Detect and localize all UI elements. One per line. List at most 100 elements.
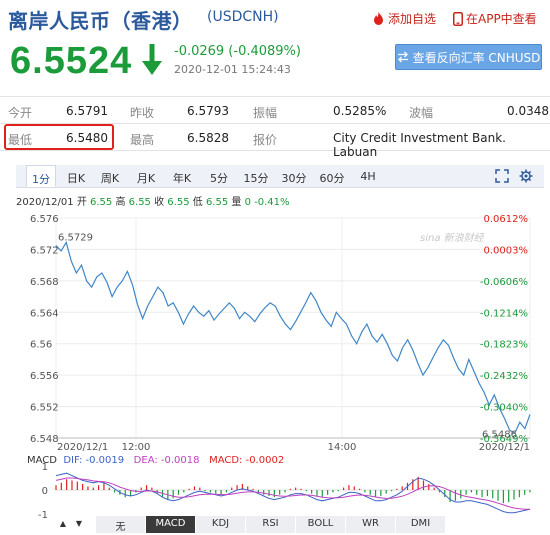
- timestamp: 2020-12-01 15:24:43: [174, 63, 291, 76]
- stats-vol: 0: [244, 197, 251, 208]
- high-value: 6.5828: [187, 131, 229, 145]
- range-value: 0.0348: [507, 104, 549, 118]
- price-change: -0.0269 (-0.4089%): [174, 44, 301, 59]
- period-tabs: 1分 日K 周K 月K 年K 5分 15分 30分 60分 4H: [16, 165, 544, 188]
- indicator-tab-macd[interactable]: MACD: [146, 516, 196, 533]
- pct-tick-label: 0.0612%: [484, 214, 529, 225]
- amplitude-value: 0.5285%: [333, 104, 387, 118]
- tab-15min[interactable]: 15分: [240, 165, 272, 187]
- indicator-tab-dmi[interactable]: DMI: [396, 516, 446, 533]
- y-tick-label: 6.568: [30, 277, 59, 288]
- tab-30min[interactable]: 30分: [278, 165, 310, 187]
- stats-high-label: 高: [115, 197, 126, 208]
- stats-vol-label: 量: [231, 197, 242, 208]
- page-title: 离岸人民币（香港）: [8, 9, 193, 33]
- annotations: 6.5729 6.5486: [58, 232, 517, 440]
- down-arrow-icon: [142, 44, 162, 75]
- symbol-code: (USDCNH): [207, 9, 279, 25]
- tab-60min[interactable]: 60分: [316, 165, 348, 187]
- pct-tick-label: 0.0003%: [484, 245, 529, 256]
- scroll-down-button[interactable]: ▼: [72, 516, 86, 533]
- high-annotation: 6.5729: [58, 232, 93, 243]
- settings-icon[interactable]: [519, 169, 533, 183]
- view-in-app-label: 在APP中查看: [466, 12, 537, 26]
- price-line-series: [55, 240, 531, 435]
- indicator-tab-kdj[interactable]: KDJ: [196, 516, 246, 533]
- pct-tick-label: -0.1823%: [480, 340, 528, 351]
- tab-monthly[interactable]: 月K: [132, 165, 160, 187]
- pct-axis: 0.0612% 0.0003% -0.0606% -0.1214% -0.1823% -0…: [480, 214, 528, 445]
- y-tick-label: 6.552: [30, 403, 59, 414]
- macd-panel: 10-1: [38, 462, 531, 518]
- indicator-tab-boll[interactable]: BOLL: [296, 516, 346, 533]
- high-label: 最高: [130, 133, 155, 147]
- y-tick-label: 6.576: [30, 214, 59, 225]
- macd-value: MACD: -0.0002: [209, 455, 285, 466]
- stats-close-label: 收: [154, 197, 165, 208]
- watermark-text: sina 新浪财经: [420, 232, 485, 244]
- y-axis: 6.576 6.572 6.568 6.564 6.56 6.556 6.552 6.548: [30, 214, 59, 445]
- macd-tick-label: 0: [42, 486, 48, 497]
- range-label: 波幅: [409, 106, 434, 120]
- prev-close-value: 6.5793: [187, 104, 229, 118]
- tab-5min[interactable]: 5分: [204, 165, 234, 187]
- tab-1min[interactable]: 1分: [26, 165, 56, 187]
- stats-close: 6.55: [167, 197, 190, 208]
- tab-4h[interactable]: 4H: [354, 165, 382, 187]
- dif-line: [55, 472, 531, 514]
- dea-value: DEA: -0.0018: [133, 455, 200, 466]
- highlight-box: [4, 124, 114, 150]
- stats-open: 6.55: [90, 197, 113, 208]
- bar-stats: 2020/12/01 开 6.55 高 6.55 收 6.55 低 6.55 量…: [16, 193, 290, 208]
- chart-grid: [55, 217, 531, 439]
- stats-low-label: 低: [192, 197, 203, 208]
- y-tick-label: 6.56: [30, 340, 52, 351]
- y-tick-label: 6.548: [30, 434, 59, 445]
- pct-tick-label: -0.0606%: [480, 277, 528, 288]
- indicator-tab-rsi[interactable]: RSI: [246, 516, 296, 533]
- stats-high: 6.55: [128, 197, 151, 208]
- x-tick-label: 2020/12/1: [57, 442, 108, 453]
- pct-tick-label: -0.2432%: [480, 371, 528, 382]
- watermark: sina 新浪财经: [420, 232, 485, 244]
- current-price: 6.5524: [10, 40, 133, 82]
- reverse-rate-button[interactable]: 查看反向汇率 CNHUSD: [395, 44, 542, 70]
- dea-line: [55, 477, 530, 510]
- scroll-up-button[interactable]: ▲: [56, 516, 70, 533]
- fire-icon: [374, 11, 383, 25]
- price-chart[interactable]: sina 新浪财经 6.5766.5726.5686.5646.566.5566…: [0, 208, 550, 518]
- pct-tick-label: -0.3040%: [480, 403, 528, 414]
- price-line: [55, 240, 531, 435]
- tab-weekly[interactable]: 周K: [96, 165, 124, 187]
- y-tick-label: 6.564: [30, 308, 59, 319]
- add-watchlist-label: 添加自选: [388, 12, 437, 26]
- amplitude-label: 振幅: [253, 106, 278, 120]
- view-in-app-button[interactable]: 在APP中查看: [453, 10, 537, 27]
- open-value: 6.5791: [66, 104, 108, 118]
- x-tick-label: 12:00: [122, 442, 151, 453]
- prev-close-label: 昨收: [130, 106, 155, 120]
- stats-pct: -0.41%: [254, 197, 290, 208]
- x-axis: 2020/12/1 12:00 14:00 2020/12/1: [57, 442, 530, 453]
- indicator-tab-none[interactable]: 无: [96, 516, 146, 533]
- open-label: 今开: [8, 106, 33, 120]
- dif-value: DIF: -0.0019: [63, 455, 125, 466]
- header: 离岸人民币（香港） (USDCNH) 添加自选 在APP中查看: [0, 0, 550, 34]
- macd-tick-label: -1: [38, 510, 48, 518]
- add-watchlist-button[interactable]: 添加自选: [372, 10, 436, 27]
- stats-date: 2020/12/01: [16, 197, 74, 208]
- x-tick-label: 2020/12/1: [479, 442, 530, 453]
- tab-yearly[interactable]: 年K: [168, 165, 196, 187]
- swap-icon: [397, 51, 408, 63]
- y-tick-label: 6.556: [30, 371, 59, 382]
- fullscreen-icon[interactable]: [495, 169, 509, 183]
- quoter-value: City Credit Investment Bank. Labuan: [333, 131, 506, 159]
- low-annotation: 6.5486: [482, 429, 517, 440]
- tab-daily[interactable]: 日K: [64, 165, 88, 187]
- reverse-rate-label: 查看反向汇率 CNHUSD: [412, 50, 541, 65]
- indicator-tab-wr[interactable]: WR: [346, 516, 396, 533]
- pct-tick-label: -0.1214%: [480, 308, 528, 319]
- table-row: 今开 6.5791 昨收 6.5793 振幅 0.5285% 波幅 0.0348: [0, 97, 550, 124]
- stats-open-label: 开: [76, 197, 87, 208]
- macd-label: MACD: [27, 455, 57, 466]
